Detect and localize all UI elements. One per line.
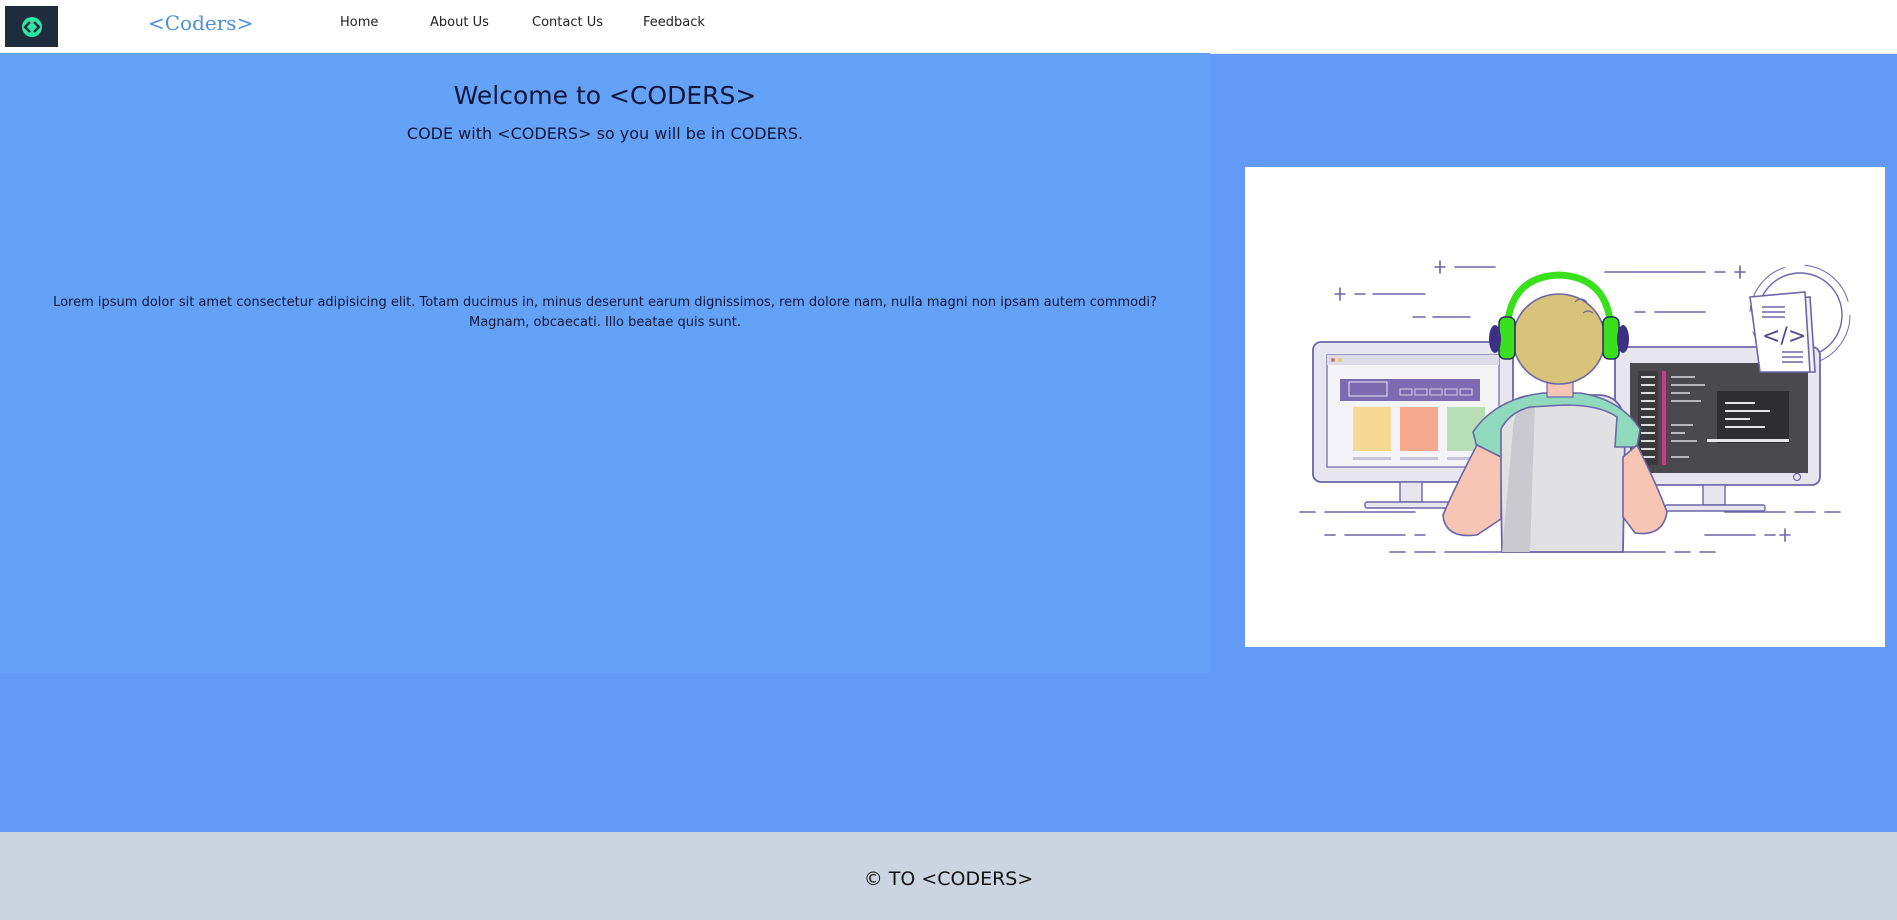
- brand-name[interactable]: <Coders>: [148, 11, 253, 35]
- hero-subtitle: CODE with <CODERS> so you will be in COD…: [406, 124, 804, 143]
- footer-copyright: © TO <CODERS>: [863, 868, 1034, 890]
- code-brackets-icon: [21, 16, 42, 37]
- top-navbar: <Coders> Home About Us Contact Us Feedba…: [0, 0, 1897, 54]
- hero-illustration: </>: [1245, 167, 1885, 647]
- logo[interactable]: [5, 6, 58, 47]
- nav-about-us[interactable]: About Us: [430, 15, 489, 30]
- hero-section: Welcome to <CODERS> CODE with <CODERS> s…: [0, 53, 1210, 673]
- nav-feedback[interactable]: Feedback: [643, 15, 705, 30]
- coder-at-desk-illustration: </>: [1299, 260, 1851, 553]
- hero-description: Lorem ipsum dolor sit amet consectetur a…: [53, 295, 1157, 330]
- nav-home[interactable]: Home: [340, 15, 378, 30]
- footer: © TO <CODERS>: [0, 832, 1897, 920]
- code-tag-text: </>: [1762, 324, 1806, 349]
- nav-contact-us[interactable]: Contact Us: [532, 15, 603, 30]
- hero-title: Welcome to <CODERS>: [453, 81, 757, 110]
